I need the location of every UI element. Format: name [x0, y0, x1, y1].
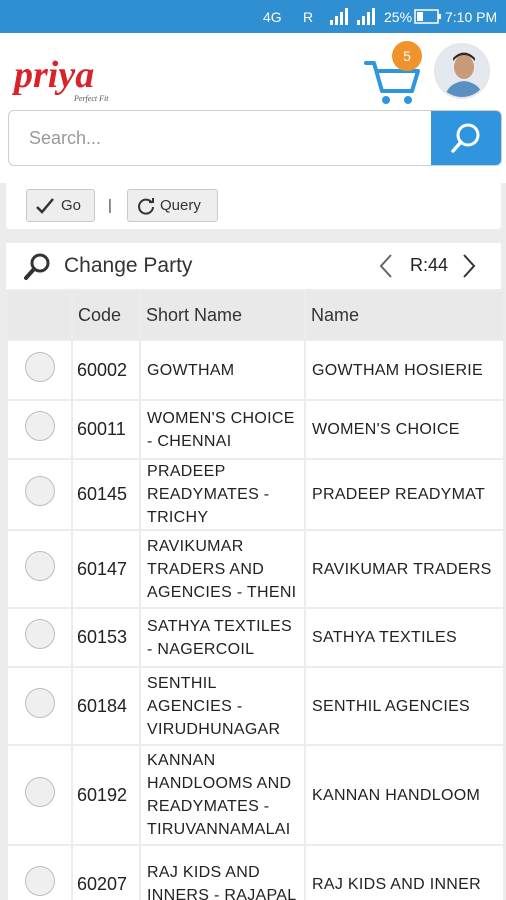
- chevron-left-icon[interactable]: [378, 253, 394, 279]
- row-select-radio[interactable]: [24, 865, 55, 896]
- row-name: PRADEEP READYMAT: [306, 460, 503, 529]
- user-avatar-icon: [436, 45, 488, 97]
- avatar[interactable]: [434, 43, 490, 99]
- go-button[interactable]: Go: [26, 189, 95, 222]
- row-short-name: SENTHIL AGENCIES - VIRUDHUNAGAR: [141, 668, 304, 744]
- go-button-label: Go: [61, 197, 82, 214]
- status-bar: 4G R 25% 7:10 PM: [0, 0, 506, 33]
- row-select-radio[interactable]: [24, 550, 55, 581]
- panel-title: Change Party: [64, 254, 193, 277]
- panel-header: Change Party R:44: [6, 243, 501, 289]
- row-short-name: RAJ KIDS AND INNERS - RAJAPAL: [141, 846, 304, 900]
- app-header: priya Perfect Fit 5: [0, 33, 506, 183]
- row-code: 60002: [73, 341, 139, 399]
- row-short-name: KANNAN HANDLOOMS AND READYMATES - TIRUVA…: [141, 746, 304, 844]
- row-code: 60147: [73, 531, 139, 607]
- row-code: 60207: [73, 846, 139, 900]
- column-header-short-name: Short Name: [141, 291, 304, 339]
- row-name: SATHYA TEXTILES: [306, 609, 503, 666]
- cart-count-badge: 5: [392, 41, 422, 71]
- row-name: RAJ KIDS AND INNER: [306, 846, 503, 900]
- row-name: WOMEN'S CHOICE: [306, 401, 503, 458]
- column-header-name: Name: [306, 291, 503, 339]
- column-header-code: Code: [73, 291, 139, 339]
- row-select-radio[interactable]: [24, 687, 55, 718]
- party-panel: Change Party R:44 Code Short Name Name 6…: [6, 243, 505, 900]
- row-short-name: WOMEN'S CHOICE - CHENNAI: [141, 401, 304, 458]
- row-short-name: GOWTHAM: [141, 341, 304, 399]
- network-type: 4G: [263, 9, 282, 25]
- brand-tagline: Perfect Fit: [73, 94, 109, 103]
- row-short-name: PRADEEP READYMATES - TRICHY: [141, 460, 304, 529]
- row-select-radio[interactable]: [24, 619, 55, 649]
- search-input[interactable]: [9, 111, 433, 165]
- row-select-radio[interactable]: [24, 411, 55, 441]
- row-select-radio[interactable]: [24, 476, 55, 506]
- record-count: R:44: [410, 255, 449, 275]
- row-select-radio[interactable]: [24, 351, 55, 382]
- check-icon: [36, 197, 54, 214]
- row-code: 60184: [73, 668, 139, 744]
- row-name: SENTHIL AGENCIES: [306, 668, 503, 744]
- search-bar: [8, 110, 502, 166]
- brand-logo[interactable]: priya Perfect Fit: [12, 49, 127, 105]
- row-code: 60192: [73, 746, 139, 844]
- row-short-name: RAVIKUMAR TRADERS AND AGENCIES - THENI: [141, 531, 304, 607]
- table-header-row: Code Short Name Name: [8, 291, 503, 339]
- brand-wordmark: priya: [12, 54, 94, 96]
- party-table: Code Short Name Name 60002 GOWTHAM GOWTH…: [6, 289, 505, 900]
- refresh-icon: [138, 197, 154, 215]
- signal-icon: [330, 8, 375, 25]
- table-row[interactable]: 60192 KANNAN HANDLOOMS AND READYMATES - …: [8, 746, 503, 844]
- row-name: KANNAN HANDLOOM: [306, 746, 503, 844]
- battery-icon: [414, 9, 441, 24]
- table-row[interactable]: 60002 GOWTHAM GOWTHAM HOSIERIE: [8, 341, 503, 399]
- table-row[interactable]: 60207 RAJ KIDS AND INNERS - RAJAPAL RAJ …: [8, 846, 503, 900]
- chevron-right-icon[interactable]: [461, 253, 477, 279]
- search-icon: [451, 123, 480, 153]
- toolbar-separator: |: [108, 197, 112, 214]
- row-short-name: SATHYA TEXTILES - NAGERCOIL: [141, 609, 304, 666]
- row-code: 60011: [73, 401, 139, 458]
- roaming-indicator: R: [303, 9, 314, 25]
- row-code: 60153: [73, 609, 139, 666]
- table-row[interactable]: 60145 PRADEEP READYMATES - TRICHY PRADEE…: [8, 460, 503, 529]
- search-icon[interactable]: [22, 252, 52, 282]
- row-select-radio[interactable]: [24, 776, 55, 807]
- table-row[interactable]: 60011 WOMEN'S CHOICE - CHENNAI WOMEN'S C…: [8, 401, 503, 458]
- column-header-select: [8, 291, 71, 339]
- row-code: 60145: [73, 460, 139, 529]
- battery-level: 25%: [384, 9, 413, 25]
- action-toolbar: Go | Query: [6, 181, 501, 229]
- table-row[interactable]: 60147 RAVIKUMAR TRADERS AND AGENCIES - T…: [8, 531, 503, 607]
- search-button[interactable]: [431, 111, 501, 165]
- row-name: RAVIKUMAR TRADERS: [306, 531, 503, 607]
- query-button-label: Query: [160, 197, 201, 214]
- table-row[interactable]: 60184 SENTHIL AGENCIES - VIRUDHUNAGAR SE…: [8, 668, 503, 744]
- clock: 7:10 PM: [445, 9, 498, 25]
- table-row[interactable]: 60153 SATHYA TEXTILES - NAGERCOIL SATHYA…: [8, 609, 503, 666]
- row-name: GOWTHAM HOSIERIE: [306, 341, 503, 399]
- query-button[interactable]: Query: [127, 189, 218, 222]
